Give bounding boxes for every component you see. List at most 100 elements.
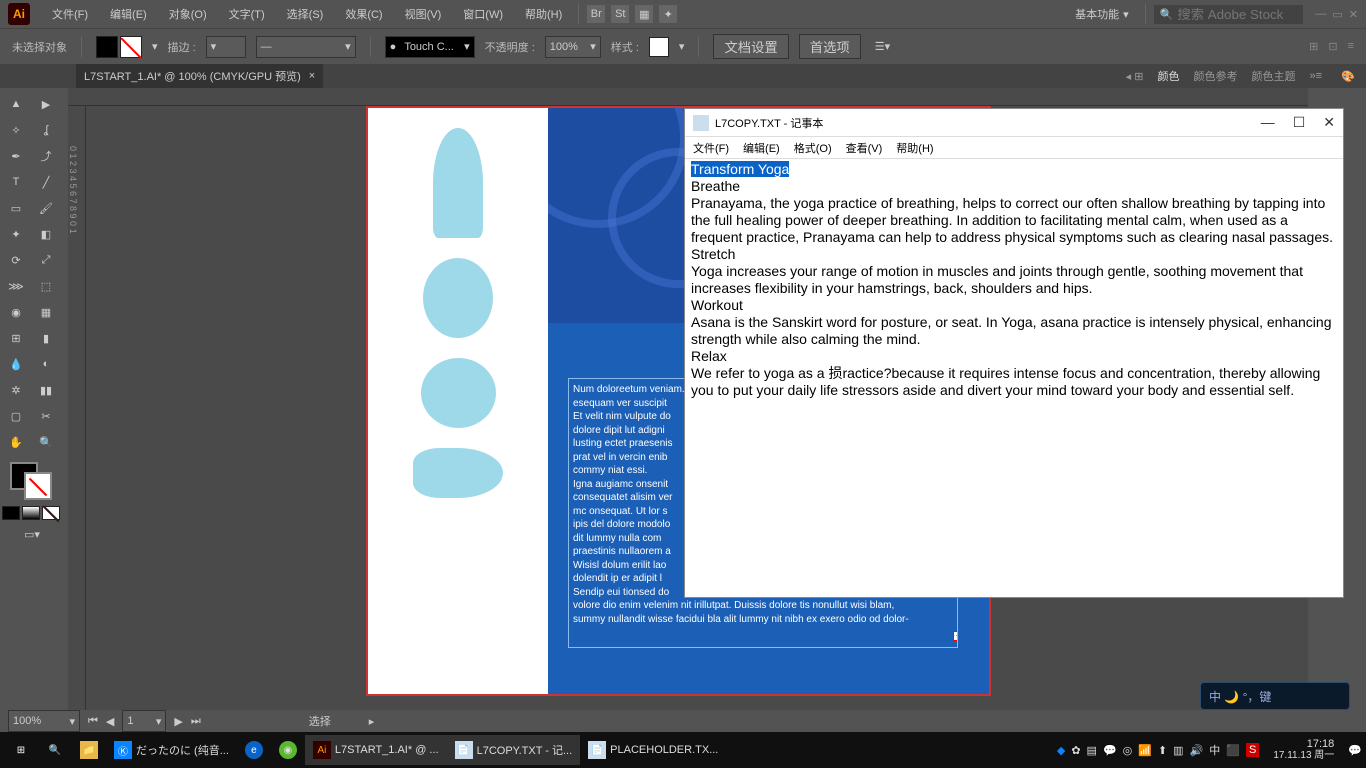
pen-tool[interactable]: ✒: [2, 144, 30, 168]
menu-view[interactable]: 视图(V): [395, 3, 452, 25]
ime-indicator[interactable]: 中: [1209, 742, 1220, 758]
zoom-tool[interactable]: 🔍: [32, 430, 60, 454]
vertical-ruler[interactable]: 0 1 2 3 4 5 6 7 8 9 0 1: [68, 106, 86, 732]
bridge-icon[interactable]: Br: [587, 5, 605, 23]
document-tab[interactable]: L7START_1.AI* @ 100% (CMYK/GPU 预览) ×: [76, 64, 323, 88]
search-button[interactable]: 🔍: [38, 735, 72, 765]
align-icon[interactable]: ☰▾: [875, 40, 890, 53]
rotate-tool[interactable]: ⟳: [2, 248, 30, 272]
stroke-profile[interactable]: —▾: [256, 36, 356, 58]
np-menu-file[interactable]: 文件(F): [693, 140, 729, 156]
np-menu-format[interactable]: 格式(O): [794, 140, 832, 156]
lasso-tool[interactable]: ʆ: [32, 118, 60, 142]
tray-icon[interactable]: ▤: [1087, 744, 1097, 757]
close-icon[interactable]: ✕: [1323, 114, 1335, 131]
menu-select[interactable]: 选择(S): [277, 3, 334, 25]
menu-edit[interactable]: 编辑(E): [100, 3, 157, 25]
color-mode-swatches[interactable]: [2, 506, 62, 520]
hand-tool[interactable]: ✋: [2, 430, 30, 454]
chevron-down-icon[interactable]: ▾: [152, 40, 158, 53]
notepad-task-button[interactable]: 📄L7COPY.TXT - 记...: [447, 735, 581, 765]
menu-effect[interactable]: 效果(C): [335, 3, 392, 25]
menu-window[interactable]: 窗口(W): [453, 3, 513, 25]
opacity-value[interactable]: 100%▾: [545, 36, 601, 58]
close-icon[interactable]: ✕: [1349, 8, 1358, 21]
color-panel-tab[interactable]: 颜色: [1157, 68, 1179, 84]
menu-object[interactable]: 对象(O): [159, 3, 217, 25]
tray-icon[interactable]: ◎: [1123, 744, 1133, 757]
gpu-icon[interactable]: ✦: [659, 5, 677, 23]
browser-button[interactable]: ◉: [271, 735, 305, 765]
np-menu-help[interactable]: 帮助(H): [896, 140, 933, 156]
direct-selection-tool[interactable]: ▶: [32, 92, 60, 116]
panel-toggle-icon[interactable]: ◂ ⊞: [1126, 70, 1144, 83]
start-button[interactable]: ⊞: [4, 735, 38, 765]
artboard-tool[interactable]: ▢: [2, 404, 30, 428]
clock[interactable]: 17:18 17.11.13 周一: [1265, 738, 1342, 762]
chevron-down-icon[interactable]: ▾: [679, 40, 685, 53]
properties-panel-icon[interactable]: 🎨: [1330, 64, 1366, 88]
maximize-icon[interactable]: ☐: [1293, 114, 1306, 131]
nav-last-icon[interactable]: ⏭: [191, 715, 201, 728]
stock-search-input[interactable]: [1177, 7, 1297, 22]
notepad-window[interactable]: L7COPY.TXT - 记事本 — ☐ ✕ 文件(F) 编辑(E) 格式(O)…: [684, 108, 1344, 598]
volume-icon[interactable]: 🔊: [1190, 744, 1204, 757]
menu-file[interactable]: 文件(F): [42, 3, 98, 25]
notepad-text-area[interactable]: Transform Yoga Breathe Pranayama, the yo…: [685, 159, 1343, 597]
shape-builder-tool[interactable]: ◉: [2, 300, 30, 324]
blend-tool[interactable]: ◐: [32, 352, 60, 376]
width-tool[interactable]: ⋙: [2, 274, 30, 298]
placeholder-task-button[interactable]: 📄PLACEHOLDER.TX...: [580, 735, 726, 765]
scale-tool[interactable]: ⤢: [32, 248, 60, 272]
graph-panel-icon[interactable]: ⊡: [1328, 40, 1337, 53]
panel-overflow-icon[interactable]: »≡: [1309, 70, 1322, 82]
colorguide-panel-tab[interactable]: 颜色参考: [1193, 68, 1237, 84]
explorer-button[interactable]: 📁: [72, 735, 106, 765]
line-tool[interactable]: ╱: [32, 170, 60, 194]
network-icon[interactable]: 📶: [1138, 744, 1152, 757]
notepad-titlebar[interactable]: L7COPY.TXT - 记事本 — ☐ ✕: [685, 109, 1343, 137]
shaper-tool[interactable]: ✦: [2, 222, 30, 246]
stock-icon[interactable]: St: [611, 5, 629, 23]
tray-icon[interactable]: ⬆: [1158, 744, 1167, 757]
fill-stroke-swatches[interactable]: [96, 36, 142, 58]
tray-icon[interactable]: ⬛: [1226, 744, 1240, 757]
style-swatch[interactable]: [649, 37, 669, 57]
magic-wand-tool[interactable]: ✧: [2, 118, 30, 142]
ime-toolbar[interactable]: 中 🌙 °，键: [1200, 682, 1350, 710]
nav-first-icon[interactable]: ⏮: [88, 715, 98, 728]
slice-tool[interactable]: ✂: [32, 404, 60, 428]
ime-brand-icon[interactable]: S: [1246, 743, 1259, 757]
edge-button[interactable]: e: [237, 735, 271, 765]
status-expand-icon[interactable]: ▸: [369, 715, 375, 728]
preferences-button[interactable]: 首选项: [799, 34, 861, 59]
selection-tool[interactable]: ▲: [2, 92, 30, 116]
minimize-icon[interactable]: —: [1261, 114, 1275, 131]
paintbrush-tool[interactable]: 🖌: [32, 196, 60, 220]
type-tool[interactable]: T: [2, 170, 30, 194]
stroke-weight[interactable]: ▾: [206, 36, 246, 58]
symbol-sprayer-tool[interactable]: ✲: [2, 378, 30, 402]
minimize-icon[interactable]: —: [1315, 8, 1326, 20]
action-center-icon[interactable]: 💬: [1348, 744, 1362, 757]
illustrator-task-button[interactable]: AiL7START_1.AI* @ ...: [305, 735, 447, 765]
document-setup-button[interactable]: 文档设置: [713, 34, 788, 59]
screen-mode-tool[interactable]: ▭▾: [2, 522, 62, 546]
column-graph-tool[interactable]: ▮▮: [32, 378, 60, 402]
tray-icon[interactable]: 💬: [1103, 744, 1117, 757]
music-app-button[interactable]: Ⓚだったのに (纯音...: [106, 735, 237, 765]
nav-prev-icon[interactable]: ◀: [106, 715, 114, 728]
artboard-index[interactable]: 1▾: [122, 710, 166, 732]
maximize-icon[interactable]: ▭: [1332, 8, 1342, 21]
perspective-tool[interactable]: ▦: [32, 300, 60, 324]
colortheme-panel-tab[interactable]: 颜色主题: [1251, 68, 1295, 84]
gradient-tool[interactable]: ▮: [32, 326, 60, 350]
eyedropper-tool[interactable]: 💧: [2, 352, 30, 376]
zoom-level[interactable]: 100%▾: [8, 710, 80, 732]
menu-icon[interactable]: ≡: [1348, 40, 1354, 53]
np-menu-view[interactable]: 查看(V): [846, 140, 883, 156]
nav-next-icon[interactable]: ▶: [174, 715, 182, 728]
rectangle-tool[interactable]: ▭: [2, 196, 30, 220]
tray-icon[interactable]: ✿: [1071, 744, 1080, 757]
free-transform-tool[interactable]: ⬚: [32, 274, 60, 298]
